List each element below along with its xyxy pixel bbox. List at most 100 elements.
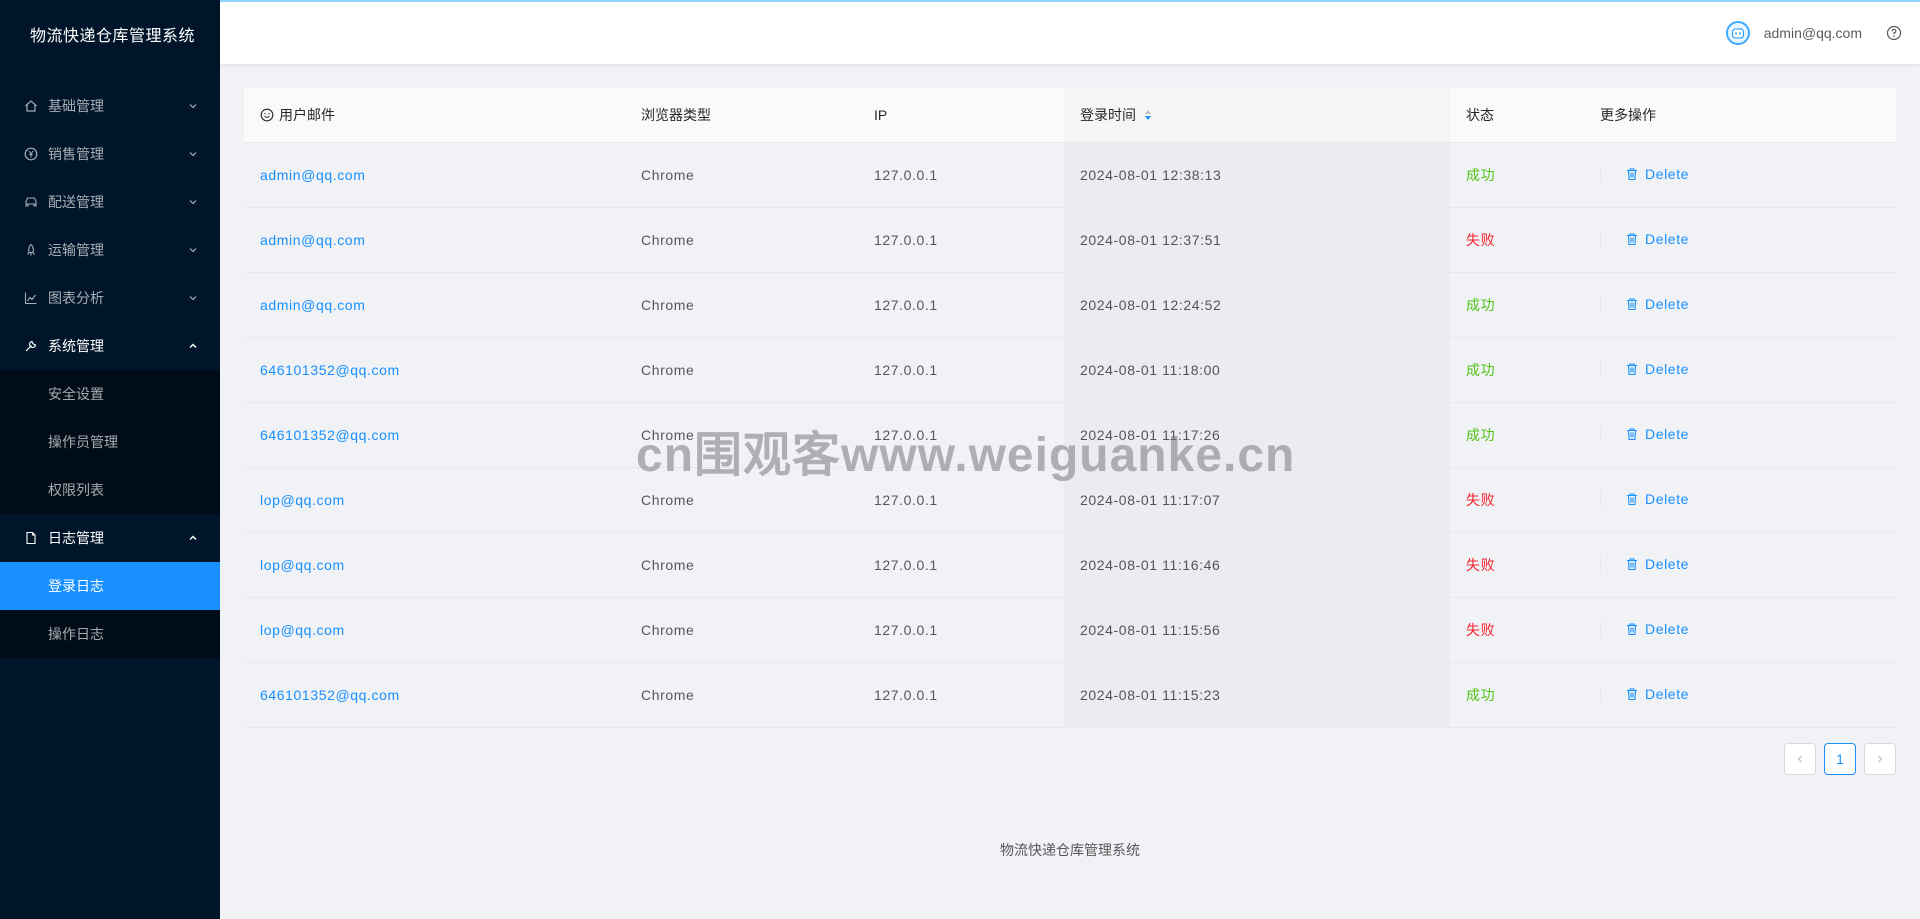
rocket-icon (24, 243, 38, 257)
chevron-right-icon (1878, 755, 1883, 763)
sidebar: 物流快递仓库管理系统 基础管理 销售管理 配送管理 运输管理 图表分析 系统管理… (0, 0, 220, 919)
delete-label: Delete (1645, 165, 1690, 182)
robot-face-icon (1731, 28, 1744, 39)
avatar[interactable] (1725, 21, 1750, 45)
cell-ip: 127.0.0.1 (858, 532, 1064, 598)
sidebar-item-security-settings[interactable]: 安全设置 (0, 370, 220, 418)
sidebar-item-login-log[interactable]: 登录日志 (0, 562, 220, 610)
column-header-status: 状态 (1450, 88, 1584, 143)
cell-status: 失败 (1450, 467, 1584, 533)
delete-button[interactable]: Delete (1600, 295, 1689, 312)
delete-button[interactable]: Delete (1600, 230, 1690, 247)
column-header-actions: 更多操作 (1584, 88, 1896, 143)
cell-email[interactable]: lop@qq.com (244, 532, 625, 598)
email-link[interactable]: lop@qq.com (260, 492, 345, 508)
cell-login-time: 2024-08-01 12:38:13 (1064, 142, 1450, 208)
sidebar-item-label: 操作员管理 (48, 434, 118, 450)
email-link[interactable]: 646101352@qq.com (260, 362, 400, 378)
table-row: admin@qq.com Chrome 127.0.0.1 2024-08-01 12… (244, 272, 1896, 338)
cell-email[interactable]: lop@qq.com (244, 597, 625, 663)
cell-login-time: 2024-08-01 11:15:56 (1064, 597, 1450, 663)
cell-login-time: 2024-08-01 11:17:26 (1064, 402, 1450, 468)
delete-label: Delete (1645, 360, 1690, 377)
delete-button[interactable]: Delete (1600, 620, 1689, 637)
sidebar-item-system[interactable]: 系统管理 (0, 322, 220, 370)
sidebar-item-label: 销售管理 (48, 146, 104, 162)
cell-email[interactable]: admin@qq.com (244, 207, 625, 273)
delete-label: Delete (1645, 490, 1690, 507)
delete-label: Delete (1645, 230, 1690, 247)
email-link[interactable]: admin@qq.com (260, 297, 365, 313)
cell-browser: Chrome (625, 662, 858, 728)
cell-login-time: 2024-08-01 12:37:51 (1064, 207, 1450, 273)
email-link[interactable]: lop@qq.com (260, 557, 345, 573)
column-header-email: 用户邮件 (244, 88, 625, 143)
cell-email[interactable]: 646101352@qq.com (244, 337, 625, 403)
sidebar-item-operation-log[interactable]: 操作日志 (0, 610, 220, 658)
delete-label: Delete (1645, 685, 1690, 702)
trash-icon (1625, 557, 1639, 571)
prev-page-button[interactable] (1784, 743, 1816, 775)
cell-status: 成功 (1450, 142, 1584, 208)
footer-text: 物流快递仓库管理系统 (1000, 842, 1140, 858)
sort-icon[interactable] (1144, 109, 1152, 121)
next-page-button[interactable] (1864, 743, 1896, 775)
column-header-login-time[interactable]: 登录时间 (1064, 88, 1450, 143)
email-link[interactable]: 646101352@qq.com (260, 427, 400, 443)
sidebar-item-logs[interactable]: 日志管理 (0, 514, 220, 562)
chevron-down-icon (186, 243, 200, 257)
cell-login-time: 2024-08-01 11:17:07 (1064, 467, 1450, 533)
cell-ip: 127.0.0.1 (858, 662, 1064, 728)
delete-label: Delete (1645, 425, 1690, 442)
cell-actions: Delete (1584, 337, 1896, 403)
cell-ip: 127.0.0.1 (858, 272, 1064, 338)
sidebar-item-label: 基础管理 (48, 98, 104, 114)
delete-button[interactable]: Delete (1600, 165, 1690, 182)
sidebar-item-basic[interactable]: 基础管理 (0, 82, 220, 130)
sidebar-item-sales[interactable]: 销售管理 (0, 130, 220, 178)
email-link[interactable]: lop@qq.com (260, 622, 345, 638)
cell-email[interactable]: 646101352@qq.com (244, 662, 625, 728)
cell-actions: Delete (1584, 402, 1896, 468)
cell-browser: Chrome (625, 337, 858, 403)
cell-status: 成功 (1450, 272, 1584, 338)
cell-ip: 127.0.0.1 (858, 597, 1064, 663)
cell-email[interactable]: admin@qq.com (244, 272, 625, 338)
table-row: admin@qq.com Chrome 127.0.0.1 2024-08-01 12… (244, 142, 1896, 208)
email-link[interactable]: admin@qq.com (260, 167, 365, 183)
cell-email[interactable]: admin@qq.com (244, 142, 625, 208)
cell-browser: Chrome (625, 597, 858, 663)
sidebar-item-label: 操作日志 (48, 626, 104, 642)
sidebar-item-permission-list[interactable]: 权限列表 (0, 466, 220, 514)
cell-ip: 127.0.0.1 (858, 142, 1064, 208)
cell-ip: 127.0.0.1 (858, 337, 1064, 403)
sidebar-item-label: 系统管理 (48, 338, 104, 354)
line-chart-icon (24, 291, 38, 305)
sidebar-item-delivery[interactable]: 配送管理 (0, 178, 220, 226)
status-text: 成功 (1466, 361, 1496, 378)
page-button-current[interactable]: 1 (1824, 743, 1856, 775)
trash-icon (1625, 427, 1639, 441)
question-circle-icon[interactable] (1886, 25, 1902, 41)
email-link[interactable]: admin@qq.com (260, 232, 365, 248)
sidebar-item-transport[interactable]: 运输管理 (0, 226, 220, 274)
delete-button[interactable]: Delete (1600, 490, 1690, 507)
cell-email[interactable]: lop@qq.com (244, 467, 625, 533)
sidebar-item-charts[interactable]: 图表分析 (0, 274, 220, 322)
delete-button[interactable]: Delete (1600, 555, 1689, 572)
user-email[interactable]: admin@qq.com (1764, 25, 1862, 41)
delete-button[interactable]: Delete (1600, 360, 1690, 377)
cell-email[interactable]: 646101352@qq.com (244, 402, 625, 468)
cell-browser: Chrome (625, 272, 858, 338)
cell-ip: 127.0.0.1 (858, 467, 1064, 533)
status-text: 成功 (1466, 296, 1496, 313)
column-header-label: 登录时间 (1080, 106, 1136, 123)
cell-status: 失败 (1450, 207, 1584, 273)
log-submenu: 登录日志 操作日志 (0, 562, 220, 658)
email-link[interactable]: 646101352@qq.com (260, 687, 400, 703)
delete-button[interactable]: Delete (1600, 425, 1690, 442)
chevron-up-icon (186, 531, 200, 545)
delete-button[interactable]: Delete (1600, 685, 1690, 702)
sidebar-item-operator-management[interactable]: 操作员管理 (0, 418, 220, 466)
status-text: 成功 (1466, 686, 1496, 703)
